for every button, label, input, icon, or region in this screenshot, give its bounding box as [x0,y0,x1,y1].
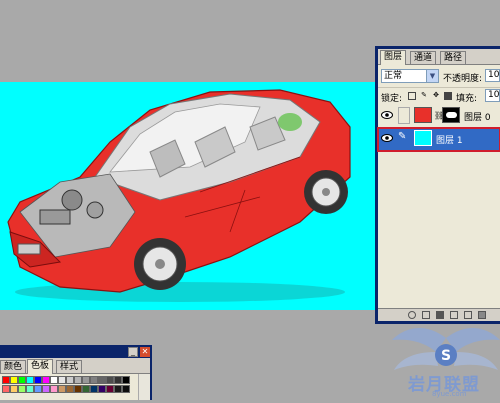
swatch[interactable] [106,385,114,393]
swatch[interactable] [58,376,66,384]
swatch[interactable] [122,376,130,384]
close-icon[interactable]: ✕ [140,347,150,357]
swatch[interactable] [18,376,26,384]
watermark-logo: S 岩月联盟 8yue.com [392,300,500,400]
lock-fill-row: 锁定: ✎ ✥ 填充: 10 [378,87,500,104]
tab-channels[interactable]: 通道 [410,51,437,64]
opacity-label: 不透明度: [443,74,483,84]
swatch[interactable] [98,385,106,393]
brush-icon[interactable]: ✎ [398,131,406,142]
layers-tabbar: 图层 通道 路径 [378,49,500,65]
swatch[interactable] [26,385,34,393]
swatch[interactable] [50,376,58,384]
swatch[interactable] [42,376,50,384]
car-cutaway-image [7,89,351,302]
swatch[interactable] [2,385,10,393]
swatch[interactable] [98,376,106,384]
eye-icon[interactable] [381,110,393,120]
eye-icon[interactable] [381,133,393,143]
layers-panel: 图层 通道 路径 正常 ▼ 不透明度: 10 锁定: ✎ ✥ 填充: 10 ⛓ … [375,46,500,324]
blend-opacity-row: 正常 ▼ 不透明度: 10 [378,67,500,85]
swatch[interactable] [90,376,98,384]
layer-name: 图层 0 [464,113,491,123]
layer-row-0[interactable]: ⛓ 图层 0 [378,105,500,128]
lock-move-icon[interactable]: ✥ [432,92,440,100]
swatch[interactable] [66,376,74,384]
swatch[interactable] [114,376,122,384]
document-canvas[interactable] [0,82,376,310]
opacity-input[interactable]: 10 [485,69,500,82]
lock-transparency-icon[interactable] [408,92,416,100]
lock-all-icon[interactable] [444,92,452,100]
swatch[interactable] [10,376,18,384]
layer-0-thumbnail [414,107,432,123]
blend-mode-select[interactable]: 正常 ▼ [381,69,439,83]
tab-swatches[interactable]: 色板 [27,359,54,374]
swatch[interactable] [50,385,58,393]
layer-row-1[interactable]: ✎ 图层 1 [377,127,500,152]
swatch[interactable] [90,385,98,393]
swatch[interactable] [74,376,82,384]
swatch[interactable] [42,385,50,393]
chevron-down-icon: ▼ [426,70,438,82]
swatches-scrollbar[interactable] [138,374,150,400]
mask-icon[interactable] [442,107,460,123]
blend-mode-value: 正常 [384,71,403,81]
tab-styles[interactable]: 样式 [56,360,83,373]
swatch[interactable] [34,385,42,393]
swatches-tabbar: 颜色 色板 样式 [0,358,150,374]
tab-layers[interactable]: 图层 [380,50,407,65]
layer-name: 图层 1 [436,136,463,146]
swatch[interactable] [26,376,34,384]
minimize-icon[interactable]: _ [128,347,138,357]
tab-color[interactable]: 颜色 [0,360,27,373]
swatch[interactable] [18,385,26,393]
swatch[interactable] [82,385,90,393]
swatch[interactable] [2,376,10,384]
fill-input[interactable]: 10 [485,89,500,102]
swatch[interactable] [58,385,66,393]
lock-label: 锁定: [381,94,403,104]
swatch[interactable] [10,385,18,393]
swatch[interactable] [114,385,122,393]
brush-slot[interactable] [398,107,410,124]
swatch[interactable] [34,376,42,384]
tab-paths[interactable]: 路径 [440,51,467,64]
swatch[interactable] [106,376,114,384]
swatch[interactable] [74,385,82,393]
swatch[interactable] [82,376,90,384]
swatches-panel: _ ✕ 颜色 色板 样式 [0,345,152,400]
layer-1-thumbnail [414,130,432,146]
lock-brush-icon[interactable]: ✎ [420,92,428,100]
swatch[interactable] [122,385,130,393]
watermark-url: 8yue.com [432,390,467,398]
svg-text:S: S [441,348,451,364]
fill-label: 填充: [456,94,478,104]
swatch[interactable] [66,385,74,393]
